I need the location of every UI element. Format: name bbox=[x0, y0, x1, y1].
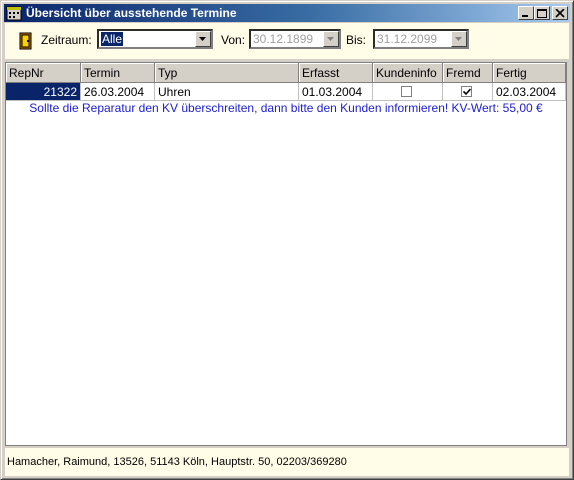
door-icon[interactable] bbox=[19, 32, 33, 50]
chevron-down-icon bbox=[455, 37, 462, 41]
status-bar: Hamacher, Raimund, 13526, 51143 Köln, Ha… bbox=[5, 448, 569, 476]
maximize-icon bbox=[537, 9, 547, 18]
customer-info: Hamacher, Raimund, 13526, 51143 Köln, Ha… bbox=[7, 456, 347, 468]
column-header-repnr[interactable]: RepNr bbox=[6, 63, 81, 83]
cell-fertig[interactable]: 02.03.2004 bbox=[493, 83, 566, 101]
column-header-fertig[interactable]: Fertig bbox=[493, 63, 566, 83]
zeitraum-dropdown-button[interactable] bbox=[195, 31, 211, 47]
von-value: 30.12.1899 bbox=[253, 32, 314, 46]
filter-panel: Zeitraum: Alle Von: 30.12.1899 Bis: 31.1… bbox=[5, 23, 569, 59]
window-title: Übersicht über ausstehende Termine bbox=[26, 6, 237, 20]
column-header-erfasst[interactable]: Erfasst bbox=[299, 63, 373, 83]
cell-kundeninfo[interactable] bbox=[373, 83, 443, 101]
column-header-fremd[interactable]: Fremd bbox=[443, 63, 493, 83]
chevron-down-icon bbox=[199, 37, 206, 41]
close-button[interactable] bbox=[552, 6, 568, 20]
von-date-field[interactable]: 30.12.1899 bbox=[249, 29, 341, 49]
cell-erfasst[interactable]: 01.03.2004 bbox=[299, 83, 373, 101]
window: Übersicht über ausstehende Termine Zeitr… bbox=[0, 0, 574, 480]
appointments-table[interactable]: RepNr Termin Typ Erfasst Kundeninfo Frem… bbox=[5, 62, 567, 446]
zeitraum-value: Alle bbox=[101, 32, 124, 46]
cell-fremd[interactable] bbox=[443, 83, 493, 101]
cell-repnr[interactable]: 21322 bbox=[6, 83, 81, 101]
zeitraum-label: Zeitraum: bbox=[41, 33, 92, 47]
checkmark-icon bbox=[463, 88, 471, 96]
app-calendar-icon bbox=[6, 6, 22, 21]
bis-value: 31.12.2099 bbox=[377, 32, 438, 46]
column-header-termin[interactable]: Termin bbox=[81, 63, 155, 83]
cell-typ[interactable]: Uhren bbox=[155, 83, 299, 101]
minimize-icon bbox=[522, 15, 528, 17]
maximize-button[interactable] bbox=[534, 6, 550, 20]
cell-termin[interactable]: 26.03.2004 bbox=[81, 83, 155, 101]
column-header-kundeninfo[interactable]: Kundeninfo bbox=[373, 63, 443, 83]
chevron-down-icon bbox=[327, 37, 334, 41]
bis-date-field[interactable]: 31.12.2099 bbox=[373, 29, 469, 49]
column-header-typ[interactable]: Typ bbox=[155, 63, 299, 83]
kundeninfo-checkbox[interactable] bbox=[401, 86, 412, 97]
von-dropdown-button[interactable] bbox=[323, 31, 339, 47]
von-label: Von: bbox=[221, 33, 246, 47]
close-icon bbox=[555, 9, 565, 18]
bis-dropdown-button[interactable] bbox=[451, 31, 467, 47]
minimize-button[interactable] bbox=[518, 6, 534, 20]
fremd-checkbox[interactable] bbox=[461, 86, 472, 97]
row-note: Sollte die Reparatur den KV überschreite… bbox=[29, 101, 543, 115]
bis-label: Bis: bbox=[346, 33, 367, 47]
zeitraum-select[interactable]: Alle bbox=[97, 29, 213, 49]
title-bar[interactable]: Übersicht über ausstehende Termine bbox=[4, 4, 570, 22]
